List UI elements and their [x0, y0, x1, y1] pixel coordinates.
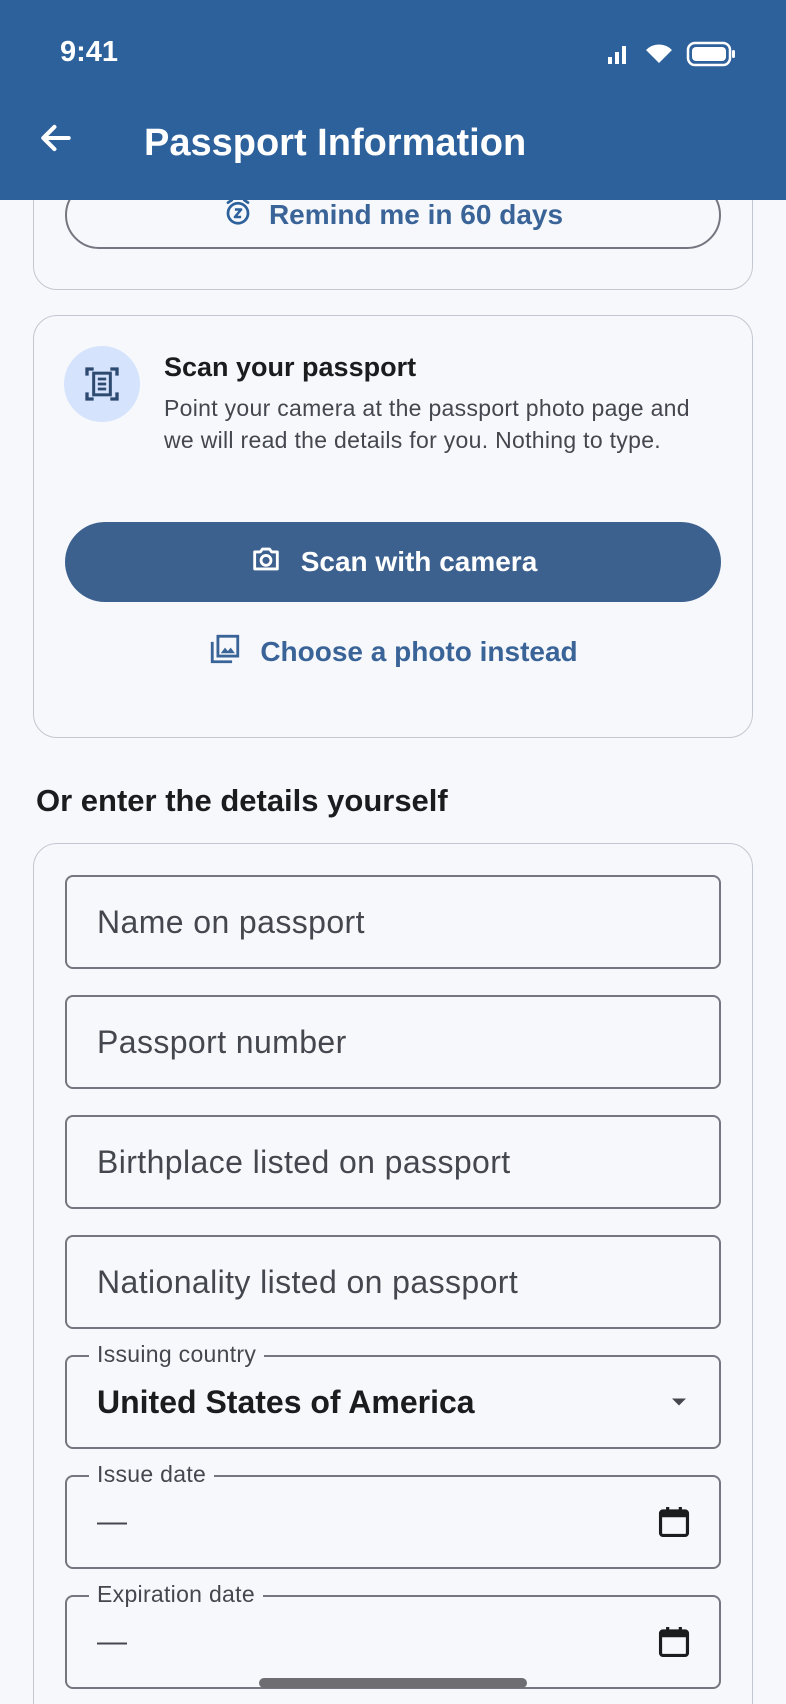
- cellular-signal-icon: [606, 42, 632, 71]
- wifi-icon: [644, 42, 674, 71]
- scroll-content[interactable]: Remind me in 60 days Scan your passport …: [0, 0, 786, 1704]
- choose-photo-button[interactable]: Choose a photo instead: [65, 616, 721, 688]
- issuing-country-value: United States of America: [97, 1383, 475, 1420]
- scan-with-camera-button[interactable]: Scan with camera: [65, 522, 721, 602]
- name-on-passport-field[interactable]: Name on passport: [65, 875, 721, 969]
- issuing-country-select[interactable]: Issuing country United States of America: [65, 1341, 721, 1449]
- choose-photo-label: Choose a photo instead: [260, 636, 578, 667]
- manual-entry-heading: Or enter the details yourself: [36, 783, 448, 818]
- back-button[interactable]: [34, 118, 78, 162]
- status-icons: [606, 40, 738, 73]
- nationality-field[interactable]: Nationality listed on passport: [65, 1235, 721, 1329]
- page-title: Passport Information: [144, 122, 527, 164]
- battery-icon: [686, 40, 738, 73]
- snooze-icon: [223, 197, 253, 234]
- expiration-date-value: —: [97, 1625, 127, 1658]
- scan-with-camera-label: Scan with camera: [300, 546, 538, 577]
- issuing-country-label: Issuing country: [89, 1341, 265, 1368]
- document-scanner-icon: [64, 346, 140, 422]
- camera-icon: [249, 542, 283, 583]
- nationality-placeholder: Nationality listed on passport: [97, 1263, 519, 1300]
- expiration-date-field[interactable]: Expiration date —: [65, 1581, 721, 1689]
- expiration-date-label: Expiration date: [89, 1581, 263, 1608]
- birthplace-field[interactable]: Birthplace listed on passport: [65, 1115, 721, 1209]
- scan-passport-card: Scan your passport Point your camera at …: [33, 315, 753, 738]
- calendar-icon[interactable]: [655, 1503, 693, 1541]
- scan-title: Scan your passport: [164, 352, 417, 382]
- arrow-back-icon: [37, 119, 75, 162]
- passport-form-card: Name on passport Passport number Birthpl…: [33, 843, 753, 1704]
- calendar-icon[interactable]: [655, 1623, 693, 1661]
- issue-date-value: —: [97, 1505, 127, 1538]
- issue-date-label: Issue date: [89, 1461, 215, 1488]
- photo-library-icon: [208, 632, 242, 673]
- passport-number-field[interactable]: Passport number: [65, 995, 721, 1089]
- passport-number-placeholder: Passport number: [97, 1023, 347, 1060]
- scan-description: Point your camera at the passport photo …: [164, 395, 690, 453]
- name-on-passport-placeholder: Name on passport: [97, 903, 365, 940]
- app-bar: 9:41 Passport Information: [0, 0, 786, 200]
- home-indicator[interactable]: [259, 1678, 527, 1688]
- status-time: 9:41: [60, 36, 119, 68]
- birthplace-placeholder: Birthplace listed on passport: [97, 1143, 511, 1180]
- issue-date-field[interactable]: Issue date —: [65, 1461, 721, 1569]
- dropdown-arrow-icon: [665, 1388, 693, 1416]
- remind-later-label: Remind me in 60 days: [268, 199, 564, 230]
